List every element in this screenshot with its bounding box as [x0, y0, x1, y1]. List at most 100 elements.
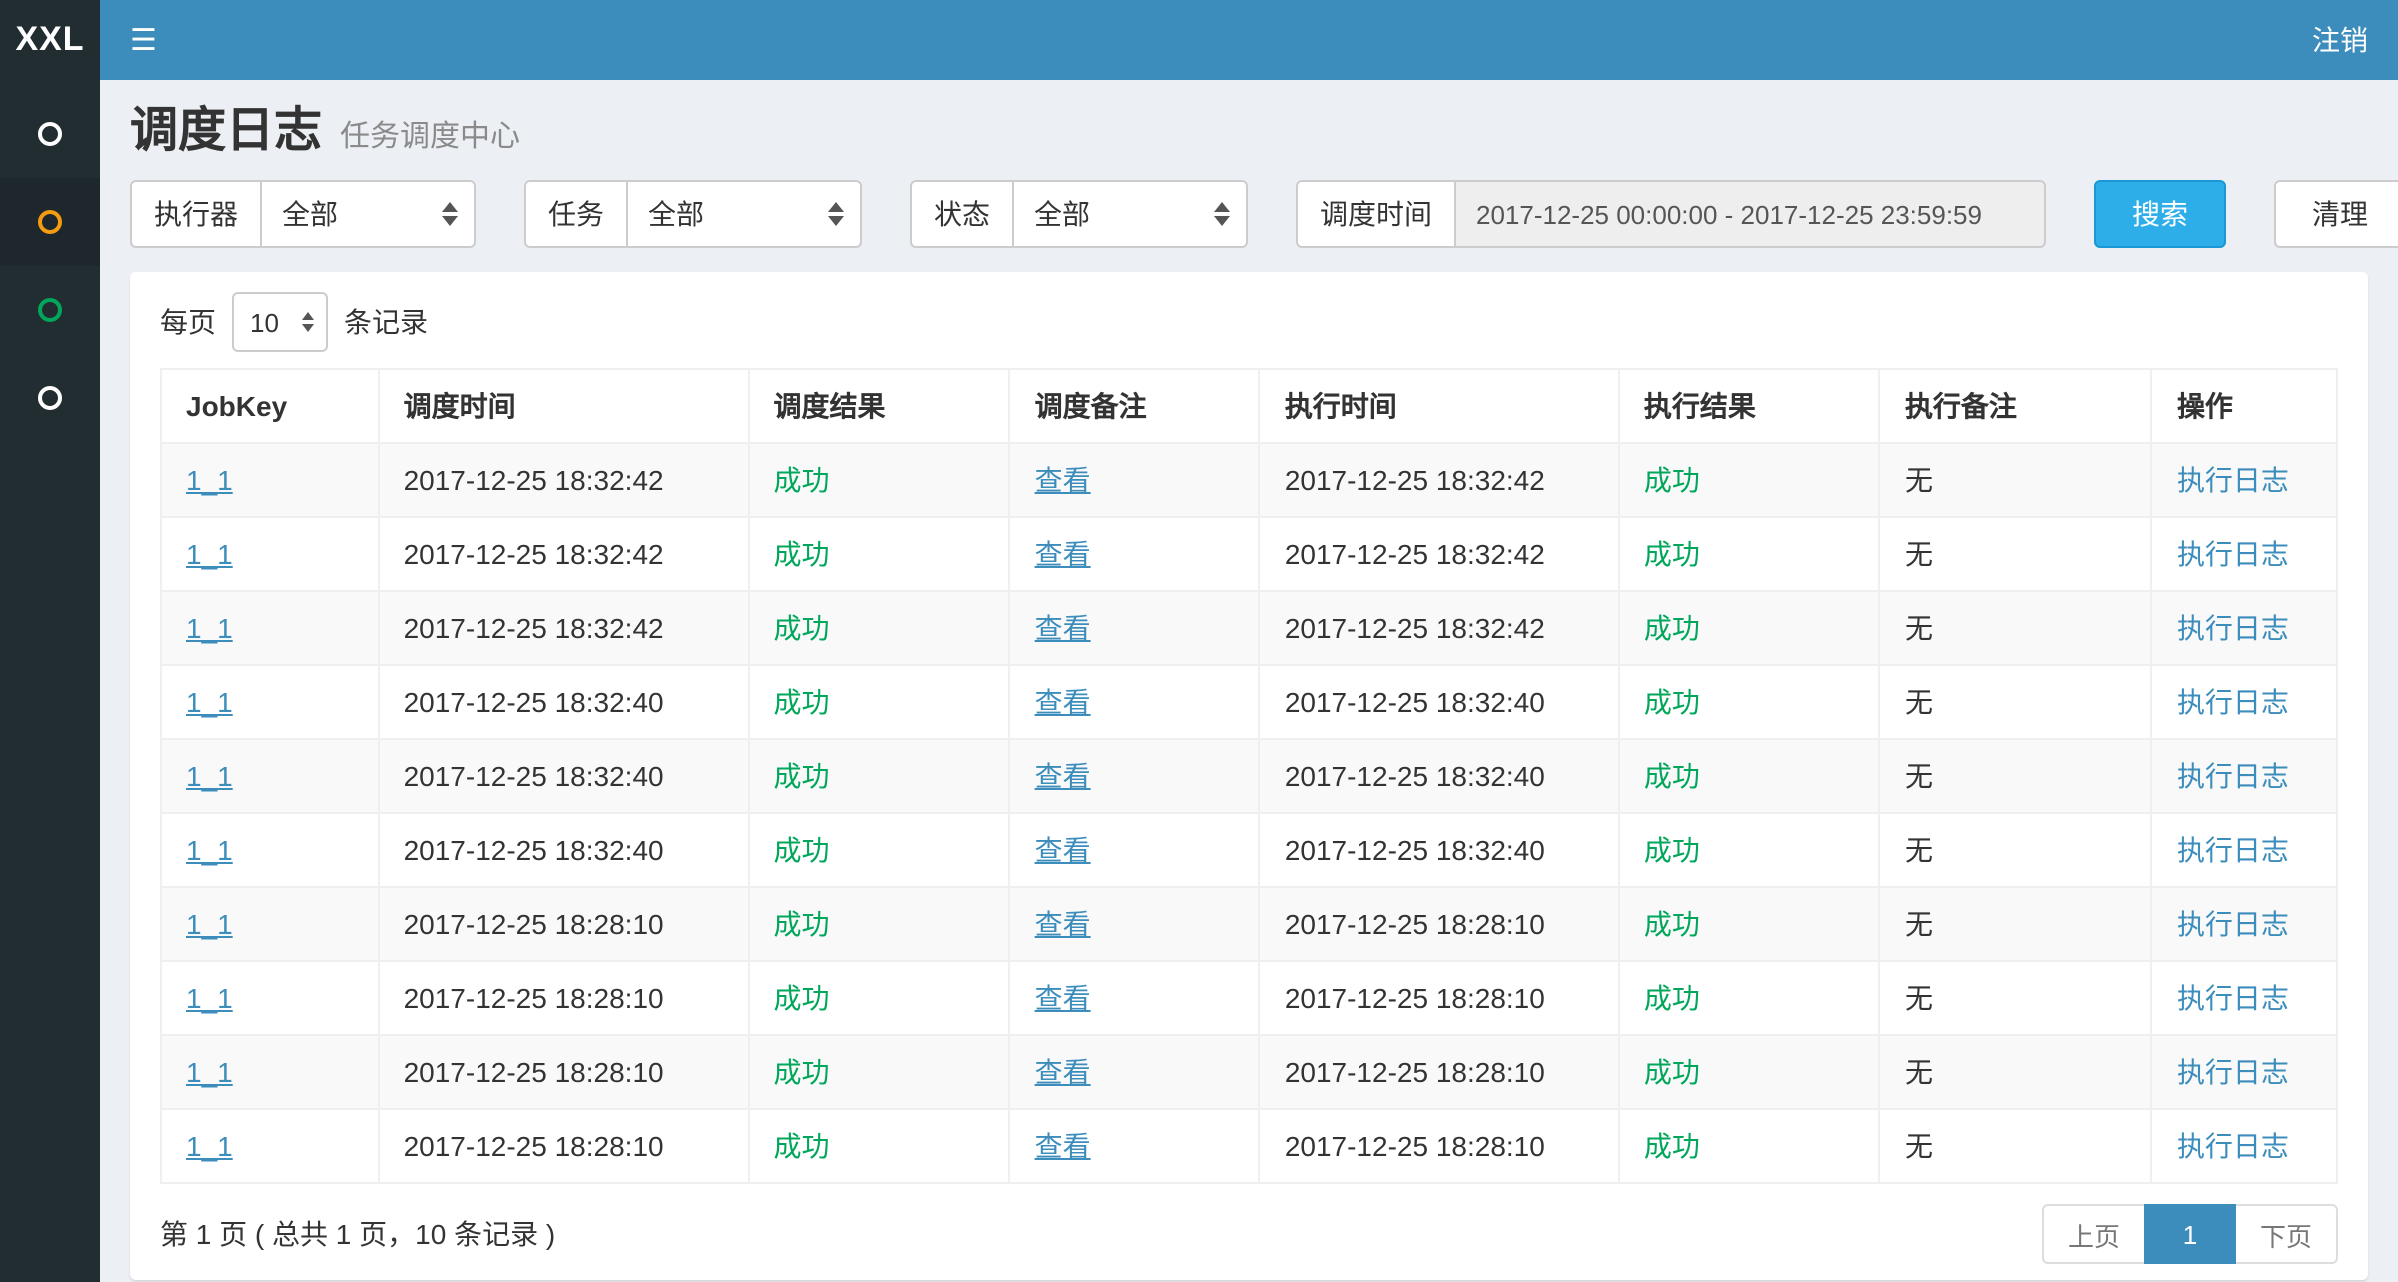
log-row-7: 1_12017-12-25 18:28:10成功查看2017-12-25 18:… [161, 887, 2337, 961]
handle-msg-cell-td: 无 [1880, 591, 2152, 665]
handle-msg-cell-td: 无 [1880, 961, 2152, 1035]
trigger-time-cell-td: 2017-12-25 18:32:42 [379, 517, 749, 591]
status-select[interactable]: 全部 [1012, 180, 1248, 248]
search-button[interactable]: 搜索 [2094, 180, 2226, 248]
trigger-result-cell-td: 成功 [749, 739, 1010, 813]
exec-log-link[interactable]: 执行日志 [2177, 760, 2289, 792]
trigger-time-cell-td: 2017-12-25 18:28:10 [379, 961, 749, 1035]
handle-time-cell: 2017-12-25 18:28:10 [1285, 908, 1545, 940]
next-page-button[interactable]: 下页 [2236, 1204, 2338, 1264]
handle-time-cell: 2017-12-25 18:28:10 [1285, 982, 1545, 1014]
trigger-time-cell-td: 2017-12-25 18:32:40 [379, 813, 749, 887]
exec-log-link[interactable]: 执行日志 [2177, 982, 2289, 1014]
jobkey-link[interactable]: 1_1 [186, 686, 233, 718]
handle-time-cell: 2017-12-25 18:32:42 [1285, 538, 1545, 570]
trigger-msg-link[interactable]: 查看 [1035, 686, 1091, 718]
trigger-msg-link-td: 查看 [1010, 591, 1260, 665]
circle-icon [38, 122, 62, 146]
jobkey-link[interactable]: 1_1 [186, 982, 233, 1014]
trigger-msg-link[interactable]: 查看 [1035, 1130, 1091, 1162]
sidebar-toggle-icon[interactable]: ☰ [130, 25, 157, 55]
navbar-body: ☰ 注销 [100, 0, 2398, 80]
exec-log-link[interactable]: 执行日志 [2177, 1130, 2289, 1162]
jobkey-link[interactable]: 1_1 [186, 538, 233, 570]
jobkey-link-td: 1_1 [161, 591, 379, 665]
trigger-result-cell: 成功 [774, 1130, 830, 1162]
page-size-select[interactable]: 10 [232, 292, 328, 352]
exec-log-link-td: 执行日志 [2152, 739, 2337, 813]
current-page-button[interactable]: 1 [2144, 1204, 2236, 1264]
logout-link[interactable]: 注销 [2312, 20, 2368, 60]
handle-result-cell-td: 成功 [1619, 739, 1880, 813]
trigger-msg-link[interactable]: 查看 [1035, 908, 1091, 940]
exec-log-link[interactable]: 执行日志 [2177, 908, 2289, 940]
jobkey-link[interactable]: 1_1 [186, 1056, 233, 1088]
handle-msg-cell: 无 [1905, 1130, 1933, 1162]
handle-result-cell: 成功 [1644, 464, 1700, 496]
handle-result-cell-td: 成功 [1619, 1035, 1880, 1109]
trigger-time-cell: 2017-12-25 18:28:10 [404, 1130, 664, 1162]
handle-msg-cell: 无 [1905, 464, 1933, 496]
jobkey-link-td: 1_1 [161, 665, 379, 739]
app-logo[interactable]: XXL [0, 0, 100, 80]
prev-page-button[interactable]: 上页 [2042, 1204, 2144, 1264]
circle-icon [38, 298, 62, 322]
log-row-4: 1_12017-12-25 18:32:40成功查看2017-12-25 18:… [161, 665, 2337, 739]
exec-log-link-td: 执行日志 [2152, 1035, 2337, 1109]
executor-select-value: 全部 [282, 194, 338, 234]
handle-msg-cell: 无 [1905, 760, 1933, 792]
col-header-action: 操作 [2152, 369, 2337, 443]
handle-msg-cell: 无 [1905, 686, 1933, 718]
exec-log-link-td: 执行日志 [2152, 591, 2337, 665]
trigger-result-cell: 成功 [774, 982, 830, 1014]
jobkey-link[interactable]: 1_1 [186, 612, 233, 644]
trigger-msg-link[interactable]: 查看 [1035, 612, 1091, 644]
trigger-msg-link[interactable]: 查看 [1035, 982, 1091, 1014]
exec-log-link-td: 执行日志 [2152, 813, 2337, 887]
exec-log-link[interactable]: 执行日志 [2177, 538, 2289, 570]
trigger-msg-link[interactable]: 查看 [1035, 538, 1091, 570]
trigger-result-cell-td: 成功 [749, 591, 1010, 665]
trigger-time-cell-td: 2017-12-25 18:28:10 [379, 1109, 749, 1183]
trigger-msg-link-td: 查看 [1010, 517, 1260, 591]
trigger-result-cell-td: 成功 [749, 665, 1010, 739]
handle-result-cell: 成功 [1644, 760, 1700, 792]
exec-log-link[interactable]: 执行日志 [2177, 1056, 2289, 1088]
handle-result-cell-td: 成功 [1619, 591, 1880, 665]
trigger-result-cell-td: 成功 [749, 1109, 1010, 1183]
log-row-6: 1_12017-12-25 18:32:40成功查看2017-12-25 18:… [161, 813, 2337, 887]
jobkey-link-td: 1_1 [161, 887, 379, 961]
exec-log-link[interactable]: 执行日志 [2177, 686, 2289, 718]
sidebar-item-2[interactable] [0, 178, 100, 266]
trigger-result-cell: 成功 [774, 760, 830, 792]
sidebar-item-3[interactable] [0, 266, 100, 354]
trigger-time-range-input[interactable] [1454, 180, 2046, 248]
exec-log-link[interactable]: 执行日志 [2177, 464, 2289, 496]
log-table: JobKey 调度时间 调度结果 调度备注 执行时间 执行结果 执行备注 操作 … [160, 368, 2338, 1184]
handle-result-cell-td: 成功 [1619, 887, 1880, 961]
trigger-time-cell-td: 2017-12-25 18:32:42 [379, 591, 749, 665]
jobkey-link[interactable]: 1_1 [186, 464, 233, 496]
executor-select[interactable]: 全部 [260, 180, 476, 248]
trigger-msg-link[interactable]: 查看 [1035, 1056, 1091, 1088]
sidebar-item-1[interactable] [0, 90, 100, 178]
jobkey-link[interactable]: 1_1 [186, 1130, 233, 1162]
jobkey-link[interactable]: 1_1 [186, 908, 233, 940]
clear-button[interactable]: 清理 [2274, 180, 2398, 248]
sidebar-item-4[interactable] [0, 354, 100, 442]
handle-msg-cell-td: 无 [1880, 1109, 2152, 1183]
page-size-value: 10 [250, 307, 279, 337]
jobkey-link[interactable]: 1_1 [186, 834, 233, 866]
handle-time-cell-td: 2017-12-25 18:28:10 [1260, 961, 1619, 1035]
exec-log-link[interactable]: 执行日志 [2177, 834, 2289, 866]
executor-filter-label: 执行器 [130, 180, 260, 248]
trigger-msg-link[interactable]: 查看 [1035, 834, 1091, 866]
jobkey-link[interactable]: 1_1 [186, 760, 233, 792]
trigger-result-cell: 成功 [774, 464, 830, 496]
exec-log-link[interactable]: 执行日志 [2177, 612, 2289, 644]
pagination: 上页 1 下页 [2042, 1204, 2338, 1264]
handle-msg-cell-td: 无 [1880, 665, 2152, 739]
job-select[interactable]: 全部 [626, 180, 862, 248]
trigger-msg-link[interactable]: 查看 [1035, 464, 1091, 496]
trigger-msg-link[interactable]: 查看 [1035, 760, 1091, 792]
